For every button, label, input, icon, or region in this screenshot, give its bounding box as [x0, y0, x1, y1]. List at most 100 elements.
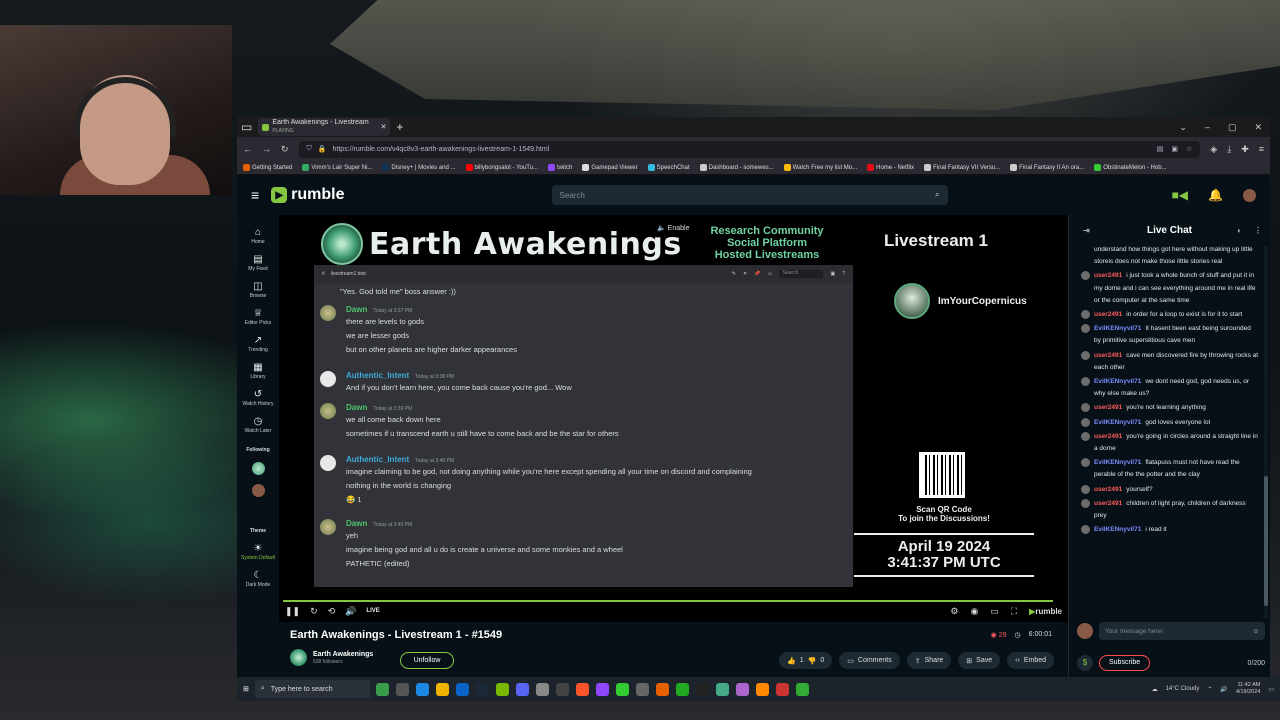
rumble-logo[interactable]: ▶ rumble [271, 186, 345, 204]
pip-icon[interactable]: ▣ [1171, 145, 1178, 153]
app-icon[interactable] [375, 682, 389, 696]
fullscreen-icon[interactable]: ⛶ [1011, 606, 1017, 617]
task-view-icon[interactable] [395, 682, 409, 696]
emoji-icon[interactable]: ☺ [1252, 628, 1259, 635]
app-icon[interactable] [675, 682, 689, 696]
embed-button[interactable]: ‹› Embed [1007, 652, 1054, 669]
skip-icon[interactable]: ⟲ [328, 606, 336, 617]
bookmark-item[interactable]: Vimm's Lair Super Ni... [302, 164, 372, 171]
minimize-icon[interactable]: – [1205, 122, 1210, 133]
twitch-icon[interactable] [595, 682, 609, 696]
folder-icon[interactable] [435, 682, 449, 696]
sidebar-item-browse[interactable]: ◫ Browse [250, 281, 267, 299]
save-button[interactable]: ⊞ Save [958, 652, 1001, 669]
speaker-icon[interactable]: 🔊 [1220, 686, 1227, 693]
chat-username[interactable]: user2491 [1094, 404, 1122, 411]
sidebar-item-home[interactable]: ⌂ Home [251, 227, 264, 245]
chat-username[interactable]: user2491 [1094, 486, 1122, 493]
tab-list-icon[interactable]: ▭ [241, 120, 252, 134]
settings-icon[interactable]: ⚙ [950, 606, 958, 617]
bookmark-item[interactable]: Watch Free my list Mo... [783, 164, 857, 171]
bookmark-item[interactable]: SpeechChat [647, 164, 690, 171]
search-icon[interactable]: ⌕ [935, 190, 939, 200]
chat-username[interactable]: user2491 [1094, 352, 1122, 359]
download-icon[interactable]: ⤓ [1227, 144, 1231, 155]
bookmark-item[interactable]: Getting Started [243, 164, 292, 171]
app-icon[interactable] [635, 682, 649, 696]
more-icon[interactable]: ⋮ [1254, 226, 1262, 235]
channel-info[interactable]: Earth Awakenings 638 followers [290, 649, 373, 666]
search-input[interactable]: Search ⌕ [551, 185, 948, 205]
app-icon[interactable] [715, 682, 729, 696]
enable-audio[interactable]: 🔈 Enable [657, 224, 689, 232]
reload-icon[interactable]: ↻ [281, 144, 289, 155]
hamburger-icon[interactable]: ≡ [251, 187, 259, 203]
rant-dollar-icon[interactable]: $ [1077, 655, 1093, 671]
chat-username[interactable]: user2491 [1094, 272, 1122, 279]
app-icon[interactable] [755, 682, 769, 696]
bookmark-item[interactable]: Gamepad Viewer [582, 164, 638, 171]
weather-text[interactable]: 14°C Cloudy [1166, 686, 1200, 692]
windows-start-icon[interactable]: ⊞ [243, 685, 249, 693]
volume-icon[interactable]: 🔊 [345, 606, 356, 617]
brave-icon[interactable] [575, 682, 589, 696]
following-avatar[interactable] [251, 462, 265, 475]
notification-icon[interactable]: ▭ [1268, 686, 1274, 693]
sidebar-item-watch-later[interactable]: ◷ Watch Later [245, 416, 272, 434]
cast-icon[interactable]: ◉ [970, 606, 978, 617]
unfollow-button[interactable]: Unfollow [400, 652, 454, 669]
back-icon[interactable]: ← [243, 144, 252, 154]
new-tab-icon[interactable]: + [396, 120, 403, 134]
discord-icon[interactable] [515, 682, 529, 696]
bookmark-item[interactable]: twitch [548, 164, 572, 171]
chat-username[interactable]: EvilKENnyvil71 [1094, 378, 1141, 385]
chat-username[interactable]: user2491 [1094, 311, 1122, 318]
bookmark-item[interactable]: Home - Netflix [867, 164, 914, 171]
chat-input[interactable]: Your message here! ☺ [1099, 622, 1265, 640]
app-icon[interactable] [775, 682, 789, 696]
reader-icon[interactable]: ▤ [1157, 145, 1164, 153]
thumbs-up-icon[interactable]: 👍 [787, 657, 796, 665]
xbox-icon[interactable] [795, 682, 809, 696]
bookmark-item[interactable]: Dashboard - somewes... [699, 164, 774, 171]
collapse-chat-icon[interactable]: ⇥ [1083, 226, 1090, 235]
bookmark-item[interactable]: Final Fantasy VII Versu... [924, 164, 1000, 171]
nvidia-icon[interactable] [495, 682, 509, 696]
app-icon[interactable] [615, 682, 629, 696]
firefox-icon[interactable] [655, 682, 669, 696]
go-live-icon[interactable]: ■◀ [1172, 188, 1188, 202]
app-icon[interactable] [735, 682, 749, 696]
tray-chevron-icon[interactable]: ⌃ [1207, 686, 1212, 693]
extensions-icon[interactable]: ✚ [1241, 144, 1249, 155]
steam-icon[interactable] [475, 682, 489, 696]
rumble-small-logo[interactable]: ▶rumble [1029, 607, 1062, 616]
menu-icon[interactable]: ≡ [1259, 144, 1264, 154]
user-avatar[interactable] [1243, 188, 1256, 202]
sidebar-item-trending[interactable]: ↗ Trending [248, 335, 268, 353]
sidebar-item-watch-history[interactable]: ↺ Watch History [243, 389, 274, 407]
pocket-icon[interactable]: ◈ [1210, 144, 1217, 155]
chat-username[interactable]: EvilKENnyvil71 [1094, 459, 1141, 466]
chat-username[interactable]: EvilKENnyvil71 [1094, 526, 1141, 533]
sidebar-item-library[interactable]: ▦ Library [250, 362, 265, 380]
popout-icon[interactable]: ◐ [1237, 226, 1242, 235]
sidebar-item-my-feed[interactable]: ▤ My Feed [248, 254, 267, 272]
chat-username[interactable]: EvilKENnyvil71 [1094, 419, 1141, 426]
clock[interactable]: 11:42 AM 4/19/2024 [1236, 682, 1260, 696]
mail-icon[interactable] [455, 682, 469, 696]
address-bar[interactable]: ⛉ 🔒 https://rumble.com/v4qc8v3-earth-awak… [298, 140, 1201, 158]
bookmark-item[interactable]: Final Fantasy II An ora... [1010, 164, 1084, 171]
chat-username[interactable]: EvilKENnyvil71 [1094, 325, 1141, 332]
vote-button[interactable]: 👍 1 👎 0 [779, 652, 833, 669]
share-button[interactable]: ⇪ Share [906, 652, 952, 669]
pause-icon[interactable]: ❚❚ [285, 606, 300, 617]
tab-active[interactable]: Earth Awakenings - Livestream PLAYING ✕ [258, 118, 391, 136]
chat-scrollbar[interactable] [1264, 246, 1268, 618]
close-window-icon[interactable]: ✕ [1254, 122, 1262, 133]
following-avatar[interactable] [251, 484, 265, 497]
chat-username[interactable]: user2491 [1094, 433, 1122, 440]
theater-icon[interactable]: ▭ [990, 606, 999, 617]
bookmark-item[interactable]: billybongsalot - YouTu... [465, 164, 538, 171]
edge-icon[interactable] [415, 682, 429, 696]
theme-dark-mode[interactable]: ☾ Dark Mode [246, 570, 270, 588]
